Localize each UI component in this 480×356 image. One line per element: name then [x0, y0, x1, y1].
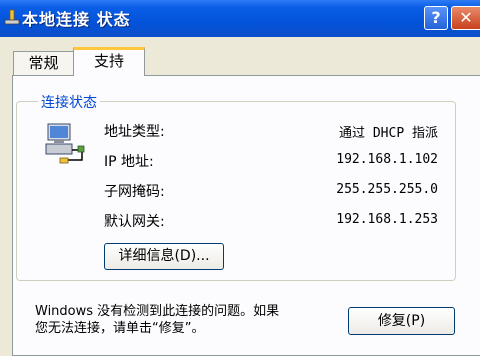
tab-support[interactable]: 支持 [73, 47, 145, 76]
diagnostic-message: Windows 没有检测到此连接的问题。如果 您无法连接，请单击“修复”。 [35, 303, 335, 337]
ip-address-label: IP 地址: [104, 154, 154, 170]
repair-button[interactable]: 修复(P) [348, 307, 455, 335]
title-bar[interactable]: 本地连接 状态 ? ✕ [0, 0, 480, 37]
ip-address-value: 192.168.1.102 [336, 152, 438, 167]
default-gateway-value: 192.168.1.253 [336, 212, 438, 227]
default-gateway-label: 默认网关: [104, 214, 165, 230]
connection-status-label: 连接状态 [38, 92, 100, 112]
details-button[interactable]: 详细信息(D)... [104, 243, 224, 270]
address-type-label: 地址类型: [104, 124, 165, 140]
tab-strip: 常规 支持 [0, 37, 480, 76]
close-button[interactable]: ✕ [451, 6, 480, 30]
network-computers-icon [45, 123, 85, 164]
subnet-mask-label: 子网掩码: [104, 184, 165, 200]
diagnostic-message-line1: Windows 没有检测到此连接的问题。如果 [35, 304, 280, 319]
subnet-mask-value: 255.255.255.0 [336, 182, 438, 197]
tab-general[interactable]: 常规 [13, 51, 74, 75]
network-connection-icon [4, 9, 20, 25]
help-button[interactable]: ? [424, 6, 448, 30]
window-title: 本地连接 状态 [22, 10, 131, 29]
address-type-value: 通过 DHCP 指派 [339, 126, 438, 141]
diagnostic-message-line2: 您无法连接，请单击“修复”。 [35, 321, 205, 336]
